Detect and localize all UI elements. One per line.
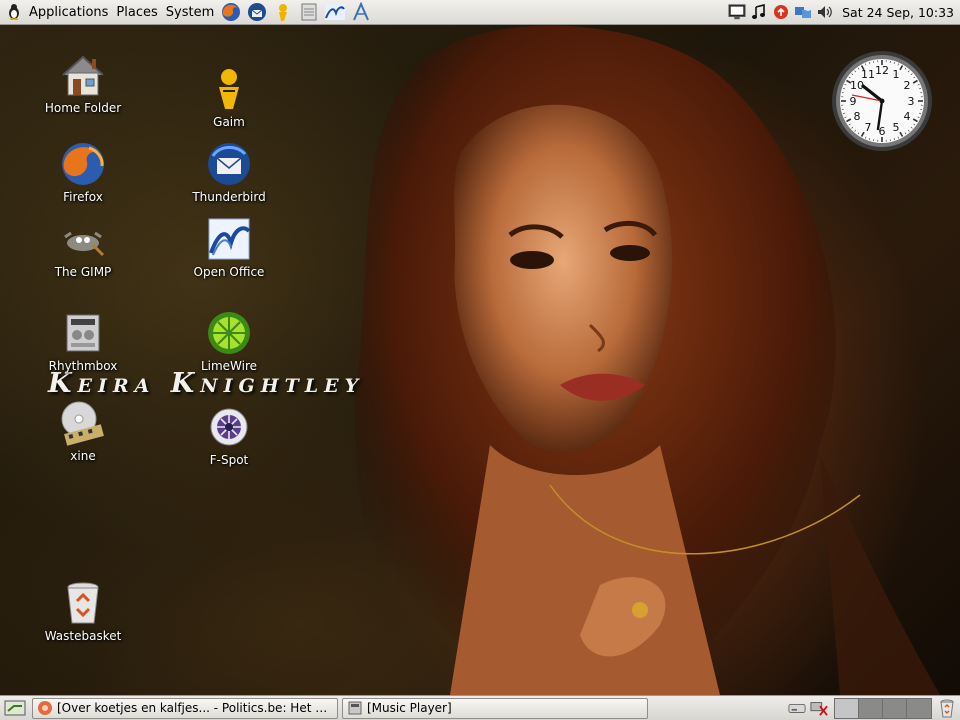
desktop-icon-fspot[interactable]: F-Spot	[174, 403, 284, 467]
desktop-icon-rhythmbox[interactable]: Rhythmbox	[28, 309, 138, 373]
clock-num-3: 3	[908, 95, 915, 108]
bottom-tray	[786, 697, 960, 719]
desktop-icon-xine[interactable]: xine	[28, 399, 138, 463]
desktop-icon-gimp[interactable]: The GIMP	[28, 215, 138, 279]
firefox-icon	[62, 143, 104, 185]
speaker-icon	[818, 6, 832, 18]
taskbar-button-label: [Music Player]	[367, 701, 452, 715]
desktop-icon-label: Gaim	[213, 115, 245, 129]
bottom-panel: [Over koetjes en kalfjes... - Politics.b…	[0, 695, 960, 720]
desktop-icon-limewire[interactable]: LimeWire	[174, 309, 284, 373]
desktop-icon-thunderbird[interactable]: Thunderbird	[174, 140, 284, 204]
monitor-applet[interactable]	[728, 3, 746, 21]
clock-num-12: 12	[875, 64, 889, 77]
gaim-icon	[279, 4, 288, 21]
desktop-icon-label: Home Folder	[44, 101, 122, 115]
gnome-foot-icon[interactable]	[5, 3, 23, 21]
workspace-1[interactable]	[835, 698, 859, 718]
desktop-icon-label: The GIMP	[54, 265, 112, 279]
desktop-icon-label: Rhythmbox	[48, 359, 118, 373]
show-desktop-icon	[4, 700, 26, 716]
clock-num-9: 9	[850, 95, 857, 108]
desktop[interactable]: Keira Knightley 12 1 2 3 4 5 6 7 8 9 10 …	[0, 25, 960, 695]
clock-num-4: 4	[904, 110, 911, 123]
trash-applet[interactable]	[938, 699, 956, 718]
gaim-launcher[interactable]	[272, 1, 294, 23]
firefox-launcher[interactable]	[220, 1, 242, 23]
top-panel: Applications Places System Sat 24 Sep, 1…	[0, 0, 960, 25]
desktop-icon-wastebasket[interactable]: Wastebasket	[28, 579, 138, 643]
notes-icon	[301, 3, 317, 21]
trash-icon	[940, 699, 954, 718]
desktop-icon-label: LimeWire	[200, 359, 258, 373]
desktop-icon-label: Firefox	[63, 190, 103, 204]
thunderbird-icon	[248, 3, 267, 21]
openoffice-icon	[208, 218, 251, 260]
desktop-icon-label: Thunderbird	[192, 190, 266, 204]
drive-applet[interactable]	[788, 699, 806, 717]
openoffice-icon	[325, 4, 346, 20]
music-applet[interactable]	[750, 3, 768, 21]
network-disconnect-icon	[810, 702, 828, 716]
aptana-icon	[353, 2, 370, 21]
gimp-icon	[64, 231, 105, 257]
limewire-icon	[208, 312, 250, 354]
clock-num-1: 1	[893, 68, 900, 81]
xine-icon	[61, 401, 104, 446]
places-menu[interactable]: Places	[112, 0, 161, 25]
taskbar-button-label: [Over koetjes en kalfjes... - Politics.b…	[57, 701, 333, 715]
applications-menu[interactable]: Applications	[25, 0, 112, 25]
desktop-icon-openoffice[interactable]: Open Office	[174, 215, 284, 279]
volume-applet[interactable]	[816, 3, 834, 21]
desktop-icon-home-folder[interactable]: Home Folder	[28, 51, 138, 115]
update-icon	[774, 5, 789, 19]
drive-icon	[788, 703, 806, 713]
network-applet[interactable]	[794, 3, 812, 21]
analog-clock-widget[interactable]: 12 1 2 3 4 5 6 7 8 9 10 11	[830, 49, 934, 153]
rhythmbox-icon	[66, 314, 100, 352]
notes-launcher[interactable]	[298, 1, 320, 23]
taskbar-button-browser[interactable]: [Over koetjes en kalfjes... - Politics.b…	[32, 697, 338, 719]
clock-num-6: 6	[879, 125, 886, 138]
monitor-icon	[728, 4, 746, 20]
browser-window-icon	[38, 701, 52, 715]
clock-num-8: 8	[854, 110, 861, 123]
home-folder-icon	[62, 55, 104, 96]
desktop-icon-label: Wastebasket	[44, 629, 122, 643]
panel-clock[interactable]: Sat 24 Sep, 10:33	[842, 5, 954, 20]
gaim-icon	[219, 69, 239, 109]
desktop-icon-label: F-Spot	[209, 453, 249, 467]
clock-num-11: 11	[861, 68, 875, 81]
clock-num-2: 2	[904, 79, 911, 92]
workspace-3[interactable]	[883, 698, 907, 718]
clock-num-7: 7	[865, 121, 872, 134]
firefox-icon	[222, 3, 241, 21]
network-disconnect-applet[interactable]	[810, 699, 828, 717]
aptana-launcher[interactable]	[350, 1, 372, 23]
system-menu[interactable]: System	[162, 0, 218, 25]
music-note-icon	[752, 4, 766, 19]
update-notifier[interactable]	[772, 3, 790, 21]
desktop-icon-gaim[interactable]: Gaim	[174, 65, 284, 129]
network-icon	[795, 5, 812, 18]
desktop-icon-firefox[interactable]: Firefox	[28, 140, 138, 204]
openoffice-launcher[interactable]	[324, 1, 346, 23]
music-player-window-icon	[348, 701, 362, 715]
thunderbird-icon	[208, 143, 250, 185]
workspace-2[interactable]	[859, 698, 883, 718]
desktop-icon-label: xine	[70, 449, 96, 463]
workspace-4[interactable]	[907, 698, 931, 718]
thunderbird-launcher[interactable]	[246, 1, 268, 23]
desktop-icon-label: Open Office	[193, 265, 265, 279]
workspace-switcher	[834, 697, 932, 719]
notification-area: Sat 24 Sep, 10:33	[726, 0, 960, 25]
wastebasket-icon	[67, 582, 99, 624]
taskbar-button-music-player[interactable]: [Music Player]	[342, 697, 648, 719]
fspot-icon	[210, 408, 248, 446]
show-desktop-button[interactable]	[2, 697, 28, 719]
clock-num-5: 5	[893, 121, 900, 134]
